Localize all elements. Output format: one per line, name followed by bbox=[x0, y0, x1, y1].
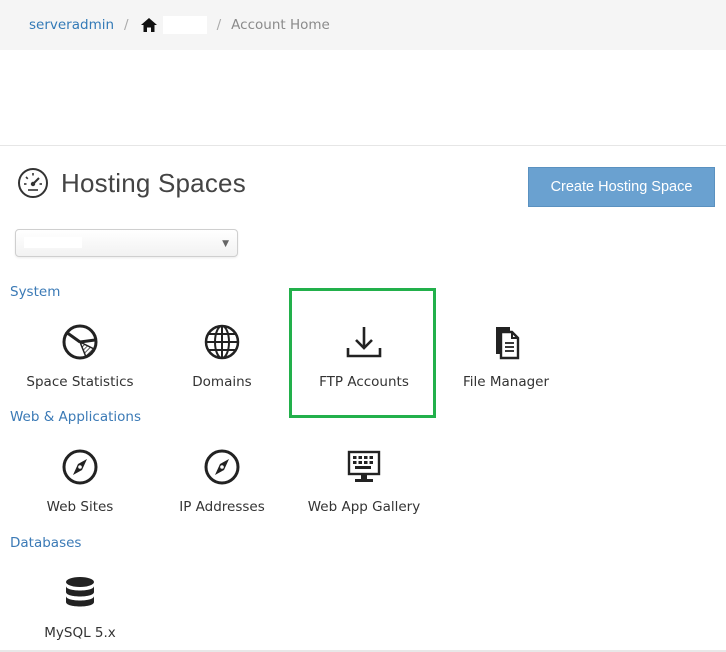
tile-label: Domains bbox=[192, 374, 252, 390]
tile-label: Web App Gallery bbox=[307, 499, 421, 515]
tile-label: File Manager bbox=[462, 374, 550, 390]
file-icon bbox=[496, 327, 520, 360]
redacted-account-name bbox=[162, 16, 207, 34]
tile-domains[interactable]: Domains bbox=[150, 322, 294, 390]
breadcrumb: serveradmin / / Account Home bbox=[0, 0, 726, 50]
tile-file-manager[interactable]: File Manager bbox=[434, 322, 578, 390]
tile-ftp-accounts[interactable]: FTP Accounts bbox=[292, 322, 436, 390]
tile-web-sites[interactable]: Web Sites bbox=[8, 447, 152, 515]
tile-mysql[interactable]: MySQL 5.x bbox=[8, 573, 152, 641]
chevron-down-icon: ▼ bbox=[222, 239, 229, 249]
section-label-web-applications: Web & Applications bbox=[10, 409, 142, 425]
home-icon[interactable] bbox=[140, 18, 157, 32]
divider bbox=[0, 145, 726, 146]
tile-ip-addresses[interactable]: IP Addresses bbox=[150, 447, 294, 515]
page-header: Hosting Spaces bbox=[17, 167, 246, 199]
tile-label: Space Statistics bbox=[26, 374, 134, 390]
redacted-space-name bbox=[24, 237, 82, 248]
create-hosting-space-button[interactable]: Create Hosting Space bbox=[528, 167, 715, 207]
page-title: Hosting Spaces bbox=[61, 167, 246, 198]
tile-label: MySQL 5.x bbox=[44, 625, 116, 641]
breadcrumb-user-link[interactable]: serveradmin bbox=[29, 17, 114, 33]
database-icon bbox=[66, 577, 94, 607]
tile-label: FTP Accounts bbox=[319, 374, 409, 390]
tile-web-app-gallery[interactable]: Web App Gallery bbox=[292, 447, 436, 515]
globe-icon bbox=[204, 324, 240, 360]
tile-label: Web Sites bbox=[46, 499, 114, 515]
pie-chart-icon bbox=[62, 324, 98, 360]
compass-icon bbox=[62, 449, 98, 485]
breadcrumb-separator: / bbox=[216, 17, 222, 33]
dashboard-gauge-icon bbox=[18, 168, 48, 198]
section-label-databases: Databases bbox=[10, 535, 82, 551]
tile-space-statistics[interactable]: Space Statistics bbox=[8, 322, 152, 390]
hosting-space-select[interactable]: ▼ bbox=[15, 229, 238, 257]
breadcrumb-current: Account Home bbox=[231, 17, 330, 33]
keyboard-monitor-icon bbox=[347, 450, 381, 482]
download-icon bbox=[346, 327, 382, 358]
breadcrumb-separator: / bbox=[124, 17, 129, 33]
compass-icon bbox=[204, 449, 240, 485]
section-label-system: System bbox=[10, 284, 61, 300]
tile-label: IP Addresses bbox=[179, 499, 265, 515]
